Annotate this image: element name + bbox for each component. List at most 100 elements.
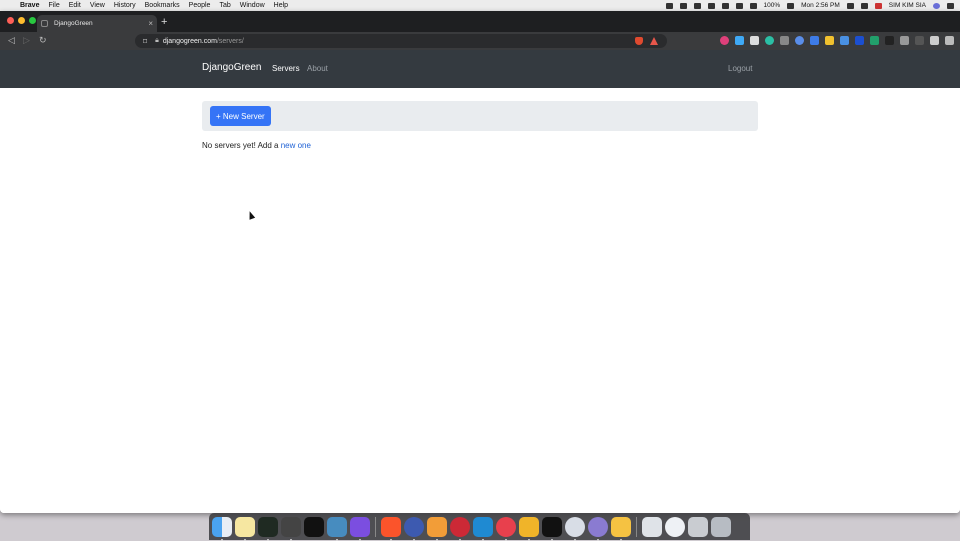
bookmark-icon[interactable]: ⌑ [143,37,147,46]
mouse-cursor-icon [246,210,256,220]
battery-percent[interactable]: 100% [764,2,781,9]
extension-icon[interactable] [885,36,894,45]
menu-edit[interactable]: Edit [69,0,81,11]
empty-state-message: No servers yet! Add a new one [202,141,311,150]
zotero-icon[interactable] [450,516,470,541]
finder-icon[interactable] [212,516,232,541]
window-controls [7,17,36,24]
obsidian-icon[interactable] [350,516,370,541]
menu-people[interactable]: People [189,0,211,11]
browser-toolbar: ◁ ▷ ↻ ⌑ 🔒︎ djangogreen.com/servers/ [0,32,960,50]
stack-app-icon[interactable] [519,516,539,541]
app-icon[interactable] [611,516,631,541]
extension-icon[interactable] [795,36,804,45]
forward-icon[interactable]: ▷ [23,35,30,46]
status-menu-icon[interactable] [679,2,687,9]
sublime-merge-icon[interactable] [427,516,447,541]
nav-link-about[interactable]: About [307,64,328,73]
extension-icons [720,36,954,45]
extension-icon[interactable] [870,36,879,45]
extension-icon[interactable] [720,36,729,45]
user-name[interactable]: SIM KIM SIA [889,2,926,9]
menu-view[interactable]: View [90,0,105,11]
notes-icon[interactable] [235,516,255,541]
extension-icon[interactable] [840,36,849,45]
url-host: djangogreen.com [162,37,217,45]
extension-icon[interactable] [900,36,909,45]
status-menu-icon[interactable] [846,2,854,9]
menu-window[interactable]: Window [240,0,265,11]
maximize-window-button[interactable] [29,17,36,24]
close-window-button[interactable] [7,17,14,24]
dock-separator [375,516,376,537]
new-server-link[interactable]: new one [281,141,311,150]
extension-icon[interactable] [855,36,864,45]
downloads-folder-icon[interactable] [642,516,662,537]
tab-favicon-icon [41,20,48,27]
minimize-window-button[interactable] [18,17,25,24]
dock-separator [636,516,637,537]
reload-icon[interactable]: ↻ [39,35,47,46]
printer-icon[interactable] [688,516,708,537]
wifi-icon[interactable] [735,2,743,9]
new-server-button[interactable]: + New Server [210,106,271,126]
tab-title: DjangoGreen [54,20,93,27]
browser-menu-icon[interactable] [945,36,954,45]
address-bar[interactable]: ⌑ 🔒︎ djangogreen.com/servers/ [135,34,667,48]
brave-rewards-icon[interactable] [650,37,658,45]
back-icon[interactable]: ◁ [8,35,15,46]
trash-icon[interactable] [711,516,731,537]
status-menu-icon[interactable] [860,2,868,9]
extension-icon[interactable] [915,36,924,45]
notification-center-icon[interactable] [947,2,954,9]
url-path: /servers/ [216,37,244,45]
lock-icon[interactable]: 🔒︎ [155,37,159,45]
extensions-puzzle-icon[interactable] [930,36,939,45]
extension-icon[interactable] [765,36,774,45]
terminal-icon[interactable] [542,516,562,541]
vscode-icon[interactable] [473,516,493,541]
browser-app-icon[interactable] [404,516,424,541]
1password-mini-icon[interactable] [665,516,685,537]
new-tab-button[interactable]: + [161,15,167,29]
close-tab-icon[interactable]: × [148,19,153,28]
layers-app-icon[interactable] [281,516,301,541]
menu-bookmarks[interactable]: Bookmarks [145,0,180,11]
menu-file[interactable]: File [48,0,59,11]
siri-icon[interactable] [933,2,940,9]
status-menu-icon[interactable] [707,2,715,9]
status-area: 100% Mon 2:56 PM SIM KIM SIA [665,0,954,11]
menu-app-name[interactable]: Brave [20,0,39,11]
site-brand[interactable]: DjangoGreen [202,62,261,73]
brave-browser-icon[interactable] [381,516,401,541]
brave-shields-icon[interactable] [635,37,643,45]
battery-icon[interactable] [787,2,795,9]
spotlight-icon[interactable] [721,2,729,9]
1password-icon[interactable] [565,516,585,541]
macos-menu-bar: Brave File Edit View History Bookmarks P… [0,0,960,11]
menu-history[interactable]: History [114,0,136,11]
clock[interactable]: Mon 2:56 PM [801,2,840,9]
extension-icon[interactable] [825,36,834,45]
nav-link-servers[interactable]: Servers [272,64,300,73]
jumbotron: + New Server [202,101,758,131]
apple-tv-icon[interactable] [304,516,324,537]
extension-icon[interactable] [780,36,789,45]
menu-tab[interactable]: Tab [219,0,230,11]
browser-tab[interactable]: DjangoGreen × [37,15,157,32]
extension-icon[interactable] [750,36,759,45]
virtualbox-icon[interactable] [588,516,608,541]
nav-link-logout[interactable]: Logout [728,64,752,73]
extension-icon[interactable] [810,36,819,45]
pocket-icon[interactable] [496,516,516,541]
tab-bar: DjangoGreen × + [0,11,960,32]
activity-monitor-icon[interactable] [258,516,278,541]
godot-icon[interactable] [327,516,347,541]
empty-state-text: No servers yet! Add a [202,141,281,150]
status-menu-icon[interactable] [665,2,673,9]
extension-icon[interactable] [735,36,744,45]
menu-help[interactable]: Help [274,0,288,11]
volume-icon[interactable] [749,2,757,9]
status-menu-icon[interactable] [693,2,701,9]
flag-icon[interactable] [874,2,882,9]
